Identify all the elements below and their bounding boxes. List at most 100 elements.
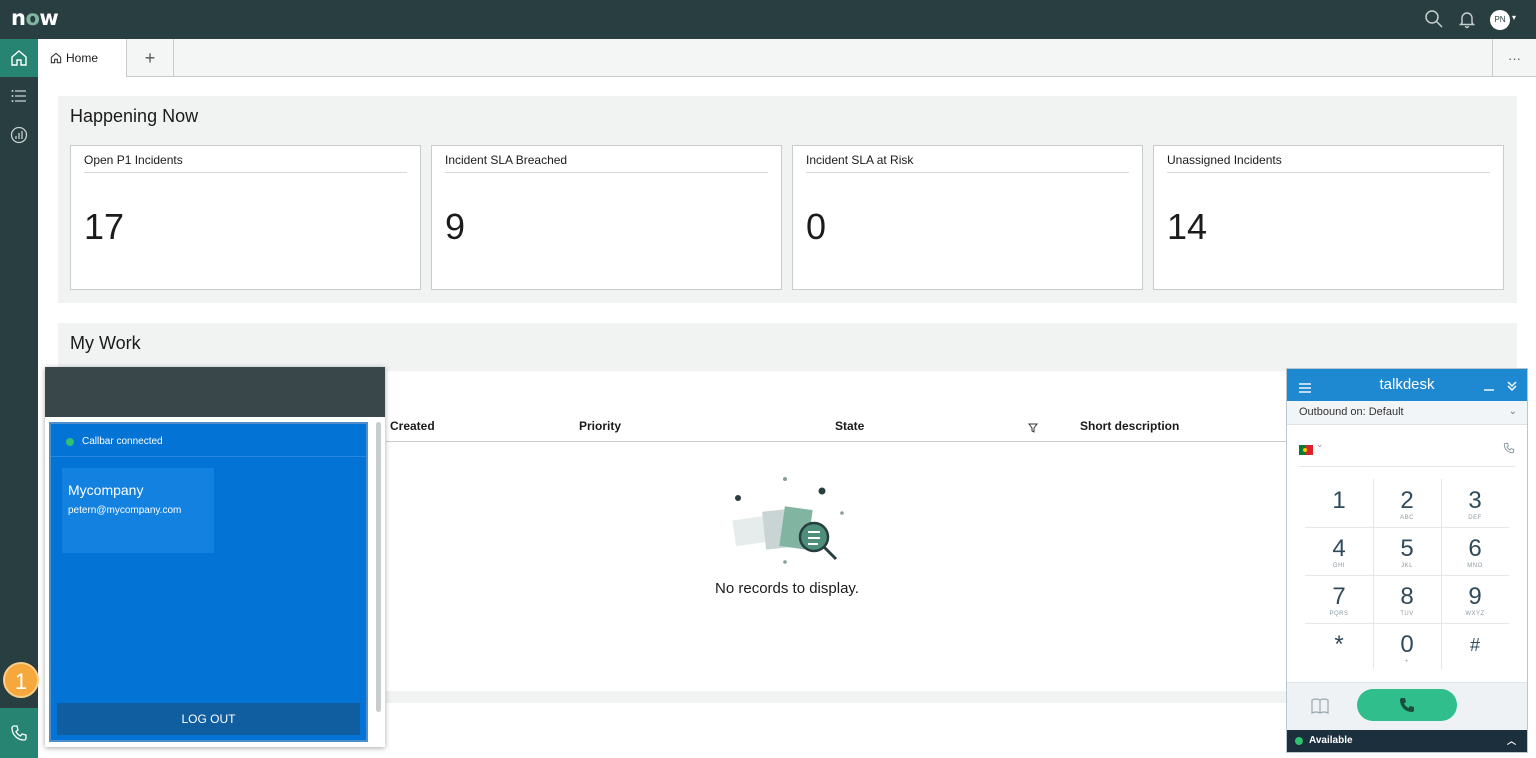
keypad-key-2[interactable]: 2 ABC [1373,479,1441,527]
callbar-status: Callbar connected [82,436,163,447]
sidebar-item-analytics[interactable] [0,116,38,154]
scrollbar[interactable] [376,422,381,712]
logout-button[interactable]: LOG OUT [57,703,360,735]
key-digit: 8 [1400,583,1414,610]
sidebar-item-home[interactable] [0,39,38,77]
more-options-button[interactable]: ··· [1492,39,1536,77]
company-name: Mycompany [68,482,144,498]
collapse-icon[interactable] [1507,379,1517,397]
phone-number-input[interactable] [1299,466,1515,467]
add-tab-button[interactable]: + [127,39,174,77]
keypad-key-6[interactable]: 6 MNO [1441,527,1509,575]
key-digit: 0 [1400,631,1414,658]
tab-home-label: Home [66,51,99,65]
agent-status-label: Available [1309,735,1353,746]
keypad-key-0[interactable]: 0 + [1373,623,1441,671]
key-digit: 1 [1332,487,1346,514]
key-letters: ABC [1400,515,1414,521]
list-icon [11,90,26,102]
portugal-flag-icon[interactable] [1299,442,1313,455]
call-history-icon[interactable] [1503,441,1515,459]
callbar-header [45,367,385,417]
chevron-down-icon[interactable]: ▾ [1512,13,1516,22]
my-work-header [58,323,1517,371]
call-button[interactable] [1357,689,1457,721]
key-digit: 6 [1468,535,1482,562]
user-avatar[interactable]: PN [1490,10,1510,30]
dialer-actions [1287,682,1527,730]
card-label: Incident SLA Breached [445,153,568,167]
key-letters: TUV [1400,611,1414,617]
tab-home[interactable]: Home [38,39,127,77]
outbound-number-select[interactable]: Outbound on: Default ⌄ [1287,401,1527,425]
key-digit: * [1334,631,1344,658]
divider [445,172,768,173]
divider [806,172,1129,173]
sidebar-item-phone[interactable] [0,708,38,758]
key-letters: PQRS [1329,611,1349,617]
servicenow-logo[interactable]: now [11,6,59,30]
keypad-key-8[interactable]: 8 TUV [1373,575,1441,623]
sidebar-item-list[interactable] [0,77,38,115]
key-digit: # [1469,635,1480,655]
card-incident-sla-at-risk[interactable]: Incident SLA at Risk 0 [792,145,1143,290]
empty-state-message: No records to display. [715,580,859,597]
card-open-p1-incidents[interactable]: Open P1 Incidents 17 [70,145,421,290]
happening-now-title: Happening Now [70,106,199,126]
divider [84,172,407,173]
left-sidebar [0,39,38,758]
card-label: Open P1 Incidents [84,153,183,167]
phone-icon [11,725,27,741]
key-digit: 9 [1468,583,1482,610]
account-email: petern@mycompany.com [68,505,182,516]
analytics-icon [10,126,28,144]
column-header-short-description[interactable]: Short description [1080,419,1179,433]
key-digit: 4 [1332,535,1346,562]
keypad-key-9[interactable]: 9 WXYZ [1441,575,1509,623]
key-letters: JKL [1401,563,1413,569]
keypad-key-3[interactable]: 3 DEF [1441,479,1509,527]
minimize-icon[interactable] [1483,379,1495,397]
keypad-key-5[interactable]: 5 JKL [1373,527,1441,575]
tab-bar [38,39,1536,77]
phone-icon [1400,698,1414,712]
column-header-created[interactable]: Created [390,419,435,433]
key-letters: GHI [1332,563,1346,569]
filter-icon[interactable] [1028,420,1038,438]
table-footer [386,691,1286,703]
column-header-priority[interactable]: Priority [579,419,621,433]
notifications-bell-icon[interactable] [1457,9,1477,29]
key-letters: DEF [1468,515,1482,521]
card-value: 9 [445,206,466,247]
chevron-up-icon: ︿ [1507,736,1517,746]
keypad-key-4[interactable]: 4 GHI [1305,527,1373,575]
home-icon [50,52,62,64]
callbar-panel: Callbar connected Mycompany petern@mycom… [49,422,368,742]
top-navigation-bar: now PN ▾ [0,0,1536,39]
my-work-title: My Work [70,333,141,353]
key-digit: 5 [1400,535,1414,562]
card-label: Incident SLA at Risk [806,153,914,167]
keypad-key-star[interactable]: * [1305,623,1373,671]
contacts-book-icon[interactable] [1311,698,1329,719]
divider [1167,172,1490,173]
key-letters: + [1404,659,1409,665]
keypad-key-hash[interactable]: # [1441,623,1509,671]
card-value: 0 [806,206,827,247]
home-icon [11,50,27,66]
talkdesk-header: talkdesk [1287,369,1527,401]
search-icon[interactable] [1424,9,1444,29]
step-badge: 1 [3,662,39,698]
outbound-label: Outbound on: Default [1299,406,1404,418]
keypad-key-7[interactable]: 7 PQRS [1305,575,1373,623]
keypad-key-1[interactable]: 1 [1305,479,1373,527]
chevron-down-icon[interactable]: ⌄ [1316,439,1324,450]
key-letters: MNO [1467,563,1483,569]
agent-status-bar[interactable]: Available ︿ [1287,730,1527,752]
card-unassigned-incidents[interactable]: Unassigned Incidents 14 [1153,145,1504,290]
column-header-state[interactable]: State [835,419,864,433]
card-incident-sla-breached[interactable]: Incident SLA Breached 9 [431,145,782,290]
callbar-popup: Callbar connected Mycompany petern@mycom… [45,367,385,747]
account-card: Mycompany petern@mycompany.com [62,468,214,553]
status-indicator [1295,737,1303,745]
